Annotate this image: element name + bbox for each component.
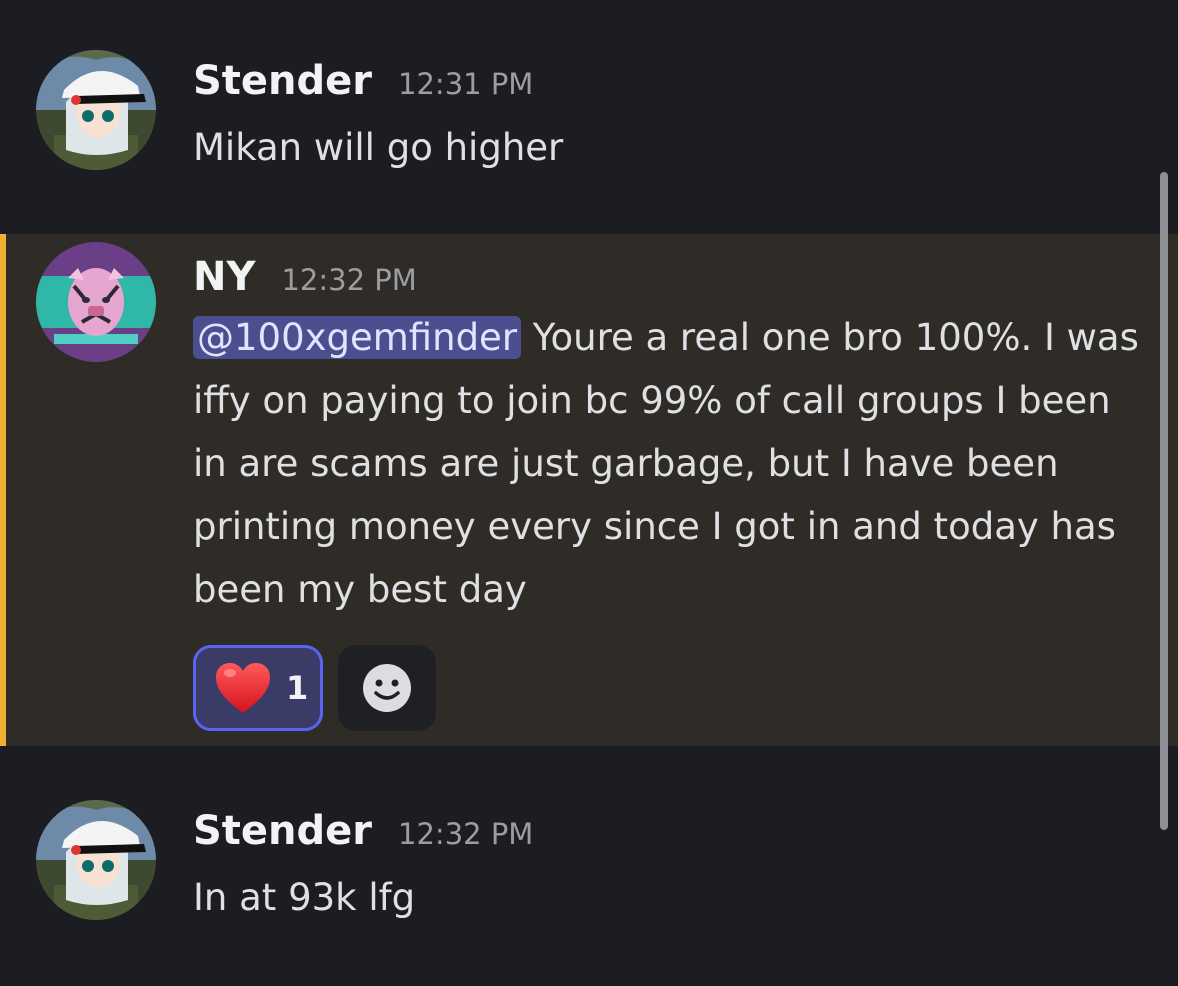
anime-girl-cap-avatar-icon (36, 50, 156, 170)
message-item[interactable]: Stender 12:32 PM In at 93k lfg (0, 746, 1178, 986)
anime-girl-cap-avatar-icon (36, 800, 156, 920)
timestamp: 12:32 PM (281, 263, 417, 297)
pink-tiger-avatar-icon (36, 242, 156, 362)
user-avatar[interactable] (36, 50, 156, 170)
user-avatar[interactable] (36, 242, 156, 362)
add-reaction-button[interactable] (338, 645, 436, 731)
user-mention[interactable]: @100xgemfinder (193, 316, 522, 359)
message-header: NY 12:32 PM (193, 254, 417, 300)
message-header: Stender 12:32 PM (193, 808, 533, 854)
reactions-bar: 1 (193, 645, 436, 731)
heart-reaction-button[interactable]: 1 (193, 645, 323, 731)
timestamp: 12:32 PM (398, 817, 534, 851)
smiley-icon (363, 664, 411, 712)
message-header: Stender 12:31 PM (193, 58, 533, 104)
message-item-highlighted[interactable]: NY 12:32 PM @100xgemfinder Youre a real … (0, 234, 1178, 746)
message-body: Youre a real one bro 100%. I was iffy on… (193, 316, 1139, 611)
timestamp: 12:31 PM (398, 67, 534, 101)
username[interactable]: Stender (193, 808, 372, 854)
heart-icon (216, 663, 270, 713)
message-text: @100xgemfinder Youre a real one bro 100%… (193, 306, 1153, 621)
user-avatar[interactable] (36, 800, 156, 920)
chat-messages: Stender 12:31 PM Mikan will go higher NY… (0, 0, 1178, 986)
message-text: Mikan will go higher (193, 126, 564, 169)
username[interactable]: NY (193, 254, 255, 300)
reaction-count: 1 (286, 669, 309, 707)
message-text: In at 93k lfg (193, 876, 416, 919)
scrollbar[interactable] (1160, 172, 1168, 830)
username[interactable]: Stender (193, 58, 372, 104)
message-item[interactable]: Stender 12:31 PM Mikan will go higher (0, 0, 1178, 234)
